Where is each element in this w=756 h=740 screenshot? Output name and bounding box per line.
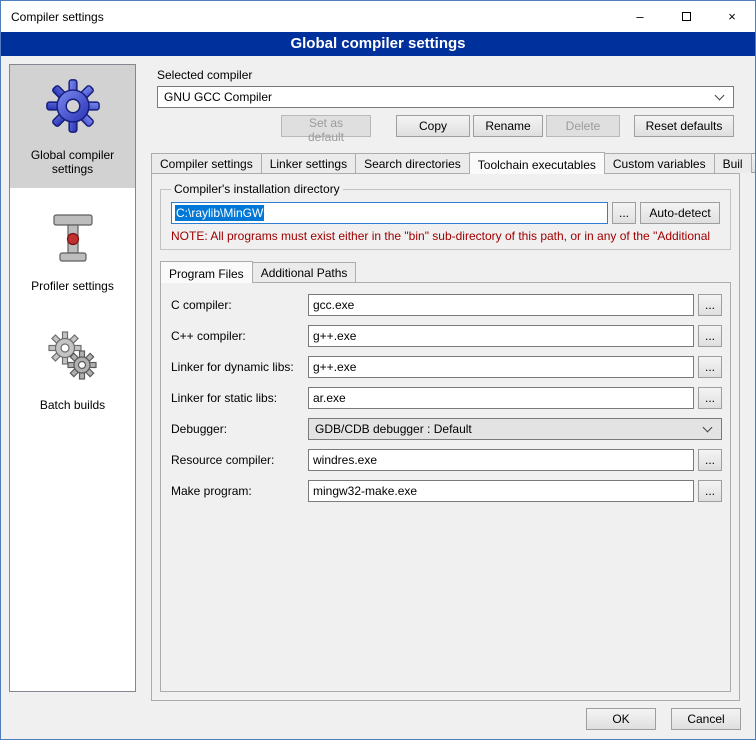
cpp-compiler-label: C++ compiler:: [171, 329, 308, 343]
cpp-compiler-input[interactable]: [308, 325, 694, 347]
c-compiler-input[interactable]: [308, 294, 694, 316]
gray-gears-icon: [44, 327, 102, 388]
sidebar-item-label: Profiler settings: [31, 279, 114, 293]
chevron-down-icon: [715, 91, 725, 101]
tab-compiler-settings[interactable]: Compiler settings: [151, 153, 262, 173]
toolchain-executables-panel: Compiler's installation directory C:\ray…: [151, 173, 740, 701]
form-row: C compiler: ...: [171, 294, 722, 316]
installation-directory-group: Compiler's installation directory C:\ray…: [160, 182, 731, 250]
selected-compiler-value: GNU GCC Compiler: [164, 90, 710, 104]
c-compiler-browse-button[interactable]: ...: [698, 294, 722, 316]
window-title: Compiler settings: [11, 10, 104, 24]
sidebar-item-label: Batch builds: [40, 398, 105, 412]
ok-button[interactable]: OK: [586, 708, 656, 730]
tab-additional-paths[interactable]: Additional Paths: [252, 262, 357, 282]
titlebar: Compiler settings – ×: [1, 1, 755, 32]
category-sidebar: Global compiler settings Profiler settin…: [9, 64, 136, 692]
chevron-down-icon: [703, 423, 713, 433]
debugger-label: Debugger:: [171, 422, 308, 436]
form-row: Resource compiler: ...: [171, 449, 722, 471]
dialog-content: Global compiler settings Profiler settin…: [1, 56, 755, 740]
form-row: Make program: ...: [171, 480, 722, 502]
program-files-panel: C compiler: ... C++ compiler: ... Linker…: [160, 282, 731, 692]
compiler-actions-row: Set as default Copy Rename Delete Reset …: [157, 115, 734, 137]
minimize-button[interactable]: –: [617, 1, 663, 32]
delete-button: Delete: [546, 115, 620, 137]
maximize-icon: [682, 12, 691, 21]
compiler-tabstrip: Compiler settings Linker settings Search…: [144, 151, 747, 173]
static-linker-label: Linker for static libs:: [171, 391, 308, 405]
dialog-banner: Global compiler settings: [1, 32, 755, 56]
selected-compiler-label: Selected compiler: [157, 68, 747, 82]
dynamic-linker-input[interactable]: [308, 356, 694, 378]
installation-directory-row: C:\raylib\MinGW ... Auto-detect: [171, 202, 720, 224]
rename-button[interactable]: Rename: [473, 115, 543, 137]
form-row: Debugger: GDB/CDB debugger : Default: [171, 418, 722, 440]
program-files-tabstrip: Program Files Additional Paths: [160, 260, 739, 282]
tab-program-files[interactable]: Program Files: [160, 261, 253, 283]
tab-custom-variables[interactable]: Custom variables: [604, 153, 715, 173]
tab-search-directories[interactable]: Search directories: [355, 153, 470, 173]
maximize-button[interactable]: [663, 1, 709, 32]
dialog-footer: OK Cancel: [586, 708, 741, 730]
tab-linker-settings[interactable]: Linker settings: [261, 153, 356, 173]
form-row: Linker for static libs: ...: [171, 387, 722, 409]
sidebar-item-batch-builds[interactable]: Batch builds: [10, 315, 135, 424]
window-controls: – ×: [617, 1, 755, 32]
installation-directory-input[interactable]: C:\raylib\MinGW: [171, 202, 608, 224]
static-linker-browse-button[interactable]: ...: [698, 387, 722, 409]
c-compiler-label: C compiler:: [171, 298, 308, 312]
resource-compiler-input[interactable]: [308, 449, 694, 471]
copy-button[interactable]: Copy: [396, 115, 470, 137]
make-program-browse-button[interactable]: ...: [698, 480, 722, 502]
close-icon: ×: [728, 9, 736, 24]
compiler-settings-window: Compiler settings – × Global compiler se…: [0, 0, 756, 740]
note-text: NOTE: All programs must exist either in …: [171, 229, 720, 243]
installation-directory-legend: Compiler's installation directory: [171, 182, 343, 196]
debugger-value: GDB/CDB debugger : Default: [315, 422, 698, 436]
debugger-dropdown[interactable]: GDB/CDB debugger : Default: [308, 418, 722, 440]
tab-build-options-clipped[interactable]: Buil: [714, 153, 752, 173]
main-panel: Selected compiler GNU GCC Compiler Set a…: [144, 64, 747, 701]
installation-directory-browse-button[interactable]: ...: [612, 202, 636, 224]
cancel-button[interactable]: Cancel: [671, 708, 741, 730]
set-as-default-button: Set as default: [281, 115, 371, 137]
selected-compiler-dropdown[interactable]: GNU GCC Compiler: [157, 86, 734, 108]
make-program-label: Make program:: [171, 484, 308, 498]
sidebar-item-profiler-settings[interactable]: Profiler settings: [10, 198, 135, 305]
sidebar-item-global-compiler-settings[interactable]: Global compiler settings: [10, 65, 135, 188]
blue-gear-icon: [44, 77, 102, 138]
auto-detect-button[interactable]: Auto-detect: [640, 202, 720, 224]
tab-toolchain-executables[interactable]: Toolchain executables: [469, 152, 605, 174]
cpp-compiler-browse-button[interactable]: ...: [698, 325, 722, 347]
installation-directory-value: C:\raylib\MinGW: [175, 205, 264, 221]
reset-defaults-button[interactable]: Reset defaults: [634, 115, 734, 137]
dynamic-linker-label: Linker for dynamic libs:: [171, 360, 308, 374]
minimize-icon: –: [636, 9, 643, 24]
dynamic-linker-browse-button[interactable]: ...: [698, 356, 722, 378]
profiler-tool-icon: [46, 210, 100, 269]
resource-compiler-browse-button[interactable]: ...: [698, 449, 722, 471]
form-row: C++ compiler: ...: [171, 325, 722, 347]
resource-compiler-label: Resource compiler:: [171, 453, 308, 467]
sidebar-item-label: Global compiler settings: [14, 148, 131, 176]
make-program-input[interactable]: [308, 480, 694, 502]
form-row: Linker for dynamic libs: ...: [171, 356, 722, 378]
close-button[interactable]: ×: [709, 1, 755, 32]
static-linker-input[interactable]: [308, 387, 694, 409]
